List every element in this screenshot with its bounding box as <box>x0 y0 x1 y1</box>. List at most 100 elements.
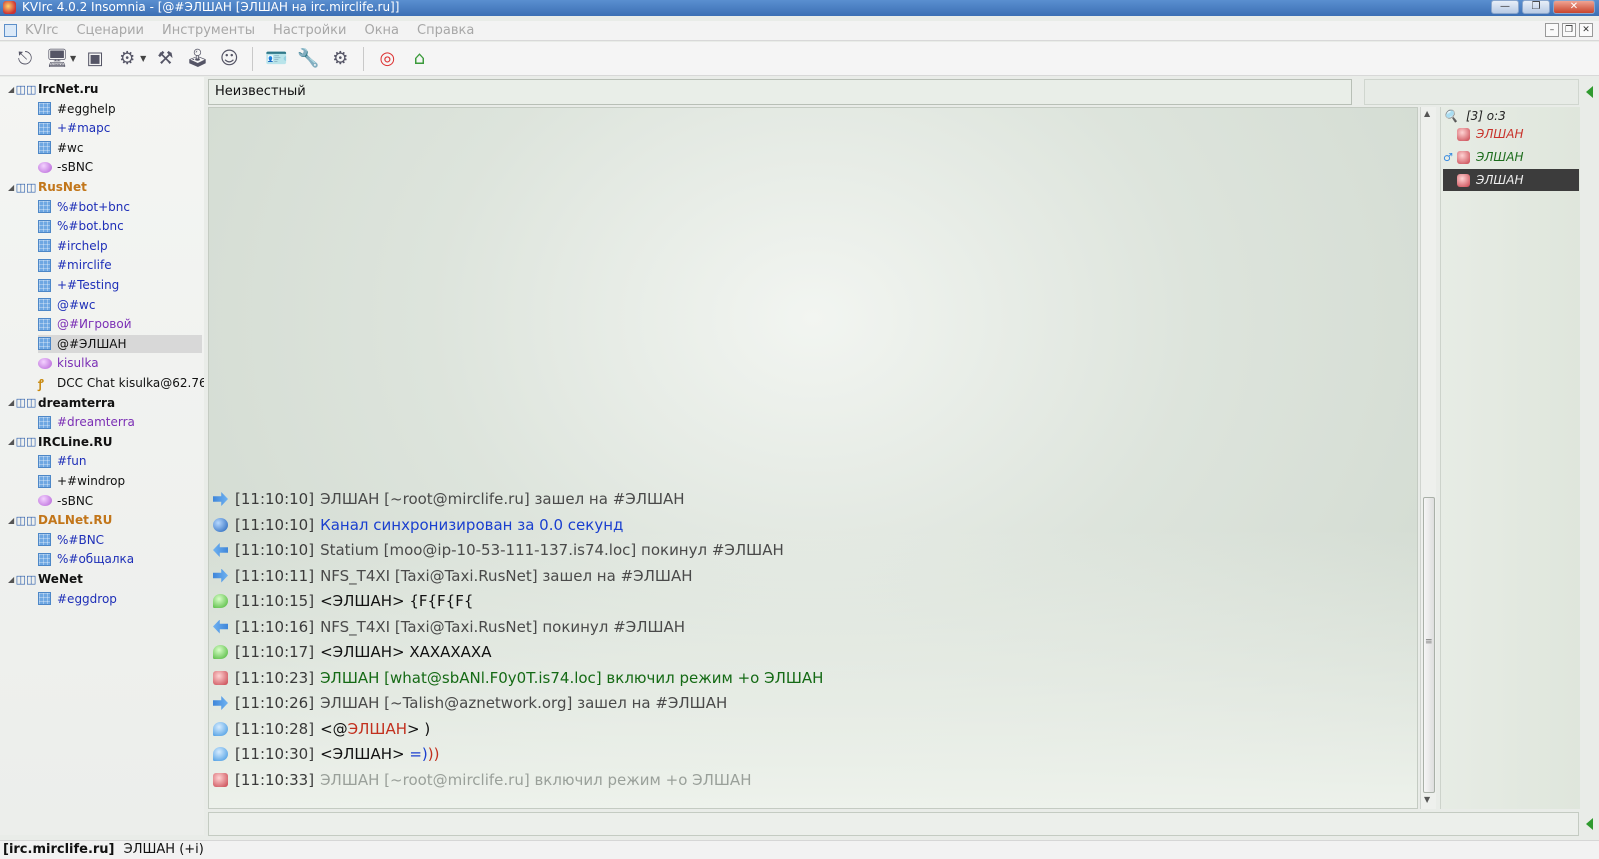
userlist-header: 🔍 [3] o:3 <box>1443 109 1506 123</box>
tree-item[interactable]: @#wc <box>38 296 95 314</box>
sync-icon <box>213 517 228 532</box>
menu-help[interactable]: Справка <box>417 23 474 38</box>
tree-item[interactable]: #fun <box>38 452 87 470</box>
menu-settings[interactable]: Настройки <box>273 23 346 38</box>
tree-item[interactable]: #wc <box>38 139 83 157</box>
collapse-arrow-icon[interactable] <box>1586 818 1593 830</box>
identity-icon[interactable]: 🪪 <box>263 46 289 72</box>
options-icon[interactable]: ⚙ <box>327 46 353 72</box>
join-icon[interactable]: ⚙ <box>114 46 140 72</box>
tree-item[interactable]: #egghelp <box>38 100 116 118</box>
scroll-up-icon[interactable]: ▲ <box>1424 109 1430 118</box>
user-list-item[interactable]: ♂ ЭЛШАН <box>1443 146 1579 168</box>
user-list-item[interactable]: ЭЛШАН <box>1443 169 1579 191</box>
chat-text: <ЭЛШАН> <box>320 745 410 763</box>
tree-item[interactable]: ꝭ DCC Chat kisulka@62.76. <box>38 374 204 392</box>
window-title: KVIrc 4.0.2 Insomnia - [@#ЭЛШАН [ЭЛШАН н… <box>22 0 400 14</box>
op-icon <box>1457 150 1470 164</box>
channel-icon <box>38 552 51 566</box>
user-icon[interactable]: ☺ <box>216 46 242 72</box>
tree-network[interactable]: ◢ ◫◫ IRCLine.RU <box>8 433 113 451</box>
menu-windows[interactable]: Окна <box>364 23 399 38</box>
maximize-button[interactable]: ❐ <box>1522 0 1550 14</box>
tree-item[interactable]: #eggdrop <box>38 590 117 608</box>
tree-item-label: kisulka <box>57 356 99 371</box>
tree-item[interactable]: +#Testing <box>38 276 119 294</box>
collapse-arrow-icon[interactable] <box>1586 86 1593 98</box>
join-dropdown-icon[interactable]: ▼ <box>140 54 146 63</box>
menu-kvirc[interactable]: KVIrc <box>25 23 58 38</box>
server-icon[interactable]: 🖥 <box>44 46 70 72</box>
tree-item[interactable]: +#mapc <box>38 119 110 137</box>
channel-icon <box>38 298 51 312</box>
kvirc-app-icon[interactable] <box>3 1 16 14</box>
tree-network[interactable]: ◢ ◫◫ WeNet <box>8 570 83 588</box>
mdi-minimize-button[interactable]: – <box>1545 23 1559 37</box>
user-nick: ЭЛШАН <box>1476 173 1524 187</box>
chat-text: <ЭЛШАН> {F{F{F{ <box>320 592 474 610</box>
chat-text: <@ <box>320 719 348 738</box>
tree-item[interactable]: @#Игровой <box>38 315 132 333</box>
home-icon[interactable]: ⌂ <box>406 46 432 72</box>
toolbar-separator <box>363 46 365 71</box>
channel-topic[interactable]: Неизвестный <box>208 79 1352 105</box>
userlist-count: [3] o:3 <box>1465 109 1506 123</box>
tree-network[interactable]: ◢ ◫◫ DALNet.RU <box>8 511 112 529</box>
user-list-item[interactable]: ЭЛШАН <box>1443 123 1579 145</box>
minimize-button[interactable]: — <box>1491 0 1519 14</box>
new-window-icon[interactable]: ▣ <box>82 46 108 72</box>
menu-scripts[interactable]: Сценарии <box>76 23 144 38</box>
channel-icon <box>38 121 51 135</box>
tree-item[interactable]: %#общалка <box>38 550 134 568</box>
tree-network[interactable]: ◢ ◫◫ RusNet <box>8 178 87 196</box>
tree-item[interactable]: %#bot.bnc <box>38 217 124 235</box>
tree-item[interactable]: %#BNC <box>38 531 104 549</box>
chat-line: [11:10:33] ЭЛШАН [~root@mirclife.ru] вклю… <box>213 769 751 791</box>
tree-item[interactable]: -sBNC <box>38 492 93 510</box>
tree-item-label: #eggdrop <box>57 591 117 606</box>
chat-line: [11:10:15] <ЭЛШАН> {F{F{F{ <box>213 590 473 612</box>
op-mode-icon <box>213 670 228 685</box>
tree-network[interactable]: ◢ ◫◫ dreamterra <box>8 394 115 412</box>
joystick-icon[interactable]: 🕹 <box>184 46 210 72</box>
channel-icon <box>38 219 51 233</box>
part-arrow-icon <box>213 543 228 557</box>
menu-bar: KVIrc Сценарии Инструменты Настройки Окн… <box>0 21 1599 41</box>
mdi-close-button[interactable]: ✕ <box>1579 23 1593 37</box>
tree-item[interactable]: -sBNC <box>38 158 93 176</box>
tree-item[interactable]: #dreamterra <box>38 413 135 431</box>
timestamp: [11:10:26] <box>235 694 315 712</box>
server-dropdown-icon[interactable]: ▼ <box>70 54 76 63</box>
gender-icon: ♂ <box>1443 150 1453 164</box>
wrench-icon[interactable]: 🔧 <box>295 46 321 72</box>
connect-icon[interactable]: ⎋ <box>12 46 38 72</box>
status-nick: ЭЛШАН (+i) <box>123 842 204 857</box>
message-input[interactable] <box>208 812 1579 836</box>
part-arrow-icon <box>213 619 228 634</box>
window-menu-icon[interactable] <box>4 24 17 37</box>
tree-item[interactable]: %#bot+bnc <box>38 198 130 216</box>
mode-editor-field[interactable] <box>1364 79 1579 105</box>
tree-item[interactable]: +#windrop <box>38 472 125 490</box>
search-icon[interactable]: 🔍 <box>1443 109 1458 123</box>
tree-network[interactable]: ◢ ◫◫ IrcNet.ru <box>8 80 98 98</box>
query-icon <box>38 357 52 369</box>
main-toolbar: ⎋ 🖥 ▼ ▣ ⚙ ▼ ⚒ 🕹 ☺ 🪪 🔧 ⚙ ◎ ⌂ <box>0 42 1599 76</box>
chat-text: NFS_T4XI [Taxi@Taxi.RusNet] покинул #ЭЛШ… <box>320 617 686 636</box>
chat-line: [11:10:10] Канал синхронизирован за 0.0 с… <box>213 514 623 536</box>
output-scrollbar[interactable]: ▲ ≡ ▼ <box>1420 107 1436 809</box>
mdi-restore-button[interactable]: ❐ <box>1562 23 1576 37</box>
chat-text: )) <box>427 745 440 763</box>
title-bar: KVIrc 4.0.2 Insomnia - [@#ЭЛШАН [ЭЛШАН н… <box>0 0 1599 16</box>
help-icon[interactable]: ◎ <box>374 46 400 72</box>
tree-item[interactable]: #mirclife <box>38 256 112 274</box>
tree-item[interactable]: kisulka <box>38 354 99 372</box>
tools-icon[interactable]: ⚒ <box>152 46 178 72</box>
chat-output[interactable]: [11:10:10] ЭЛШАН [~root@mirclife.ru] заше… <box>208 107 1418 809</box>
close-button[interactable]: ✕ <box>1553 0 1595 14</box>
scroll-down-icon[interactable]: ▼ <box>1424 795 1430 804</box>
menu-tools[interactable]: Инструменты <box>162 23 255 38</box>
tree-item[interactable]: @#ЭЛШАН <box>38 334 202 353</box>
tree-item[interactable]: #irchelp <box>38 237 108 255</box>
tree-item-label: +#windrop <box>57 474 126 488</box>
